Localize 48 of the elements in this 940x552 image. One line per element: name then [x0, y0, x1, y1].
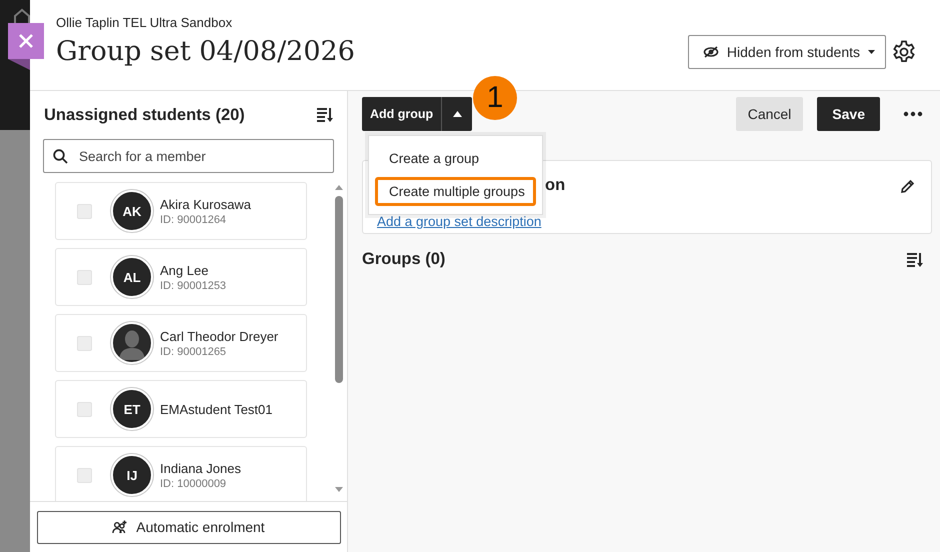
menu-item[interactable]: Create a group [375, 144, 536, 173]
avatar: AL [111, 256, 153, 298]
course-name: Ollie Taplin TEL Ultra Sandbox [56, 15, 234, 30]
student-id: ID: 10000009 [160, 478, 228, 490]
student-id: ID: 90001264 [160, 214, 228, 226]
sort-icon[interactable] [317, 107, 333, 123]
card-title: on [545, 176, 566, 195]
checkbox[interactable] [77, 204, 92, 218]
search-field[interactable]: Search for a member [43, 139, 334, 173]
settings-icon[interactable] [892, 40, 916, 64]
avatar: ET [111, 388, 153, 430]
scroll-down-icon[interactable] [334, 486, 344, 493]
avatar: IJ [111, 454, 153, 496]
sort-icon[interactable] [907, 252, 923, 268]
automatic-enrolment-button[interactable]: Automatic enrolment [36, 510, 340, 544]
caret-up-icon [452, 111, 462, 117]
student-id: ID: 90001253 [160, 280, 226, 292]
checkbox[interactable] [77, 468, 92, 482]
search-icon [53, 149, 68, 164]
visibility-dropdown[interactable]: Hidden from students [688, 35, 886, 69]
pencil-icon[interactable] [900, 179, 915, 194]
student-id: ID: 90001265 [160, 346, 228, 358]
section-title: Unassigned students (20) [44, 106, 245, 124]
scrollbar-thumb[interactable] [335, 196, 343, 383]
menu-item[interactable]: Create multiple groups [375, 177, 536, 206]
section-title: Groups (0) [362, 250, 446, 269]
save-button[interactable]: Save [817, 97, 880, 131]
student-name: Akira Kurosawa [160, 196, 252, 212]
student-name: Carl Theodor Dreyer [160, 328, 278, 344]
checkbox[interactable] [77, 402, 92, 416]
caret-icon [868, 50, 875, 54]
close-icon [18, 33, 34, 49]
more-icon[interactable] [902, 109, 924, 119]
hidden-eye-icon [702, 46, 719, 58]
step-marker: 1 [473, 76, 517, 120]
ribbon-tail [8, 59, 30, 70]
avatar: AK [111, 190, 153, 232]
student-name: Ang Lee [160, 262, 210, 278]
checkbox[interactable] [77, 270, 92, 284]
close-button[interactable] [8, 23, 44, 59]
people-add-icon [112, 520, 128, 534]
add-description-link[interactable]: Add a group set description [377, 214, 542, 229]
scroll-up-icon[interactable] [334, 184, 344, 191]
student-name: EMAstudent Test01 [160, 402, 272, 416]
checkbox[interactable] [77, 336, 92, 350]
page-title: Group set 04/08/2026 [56, 36, 355, 67]
student-name: Indiana Jones [160, 460, 241, 476]
cancel-button[interactable]: Cancel [736, 97, 804, 131]
